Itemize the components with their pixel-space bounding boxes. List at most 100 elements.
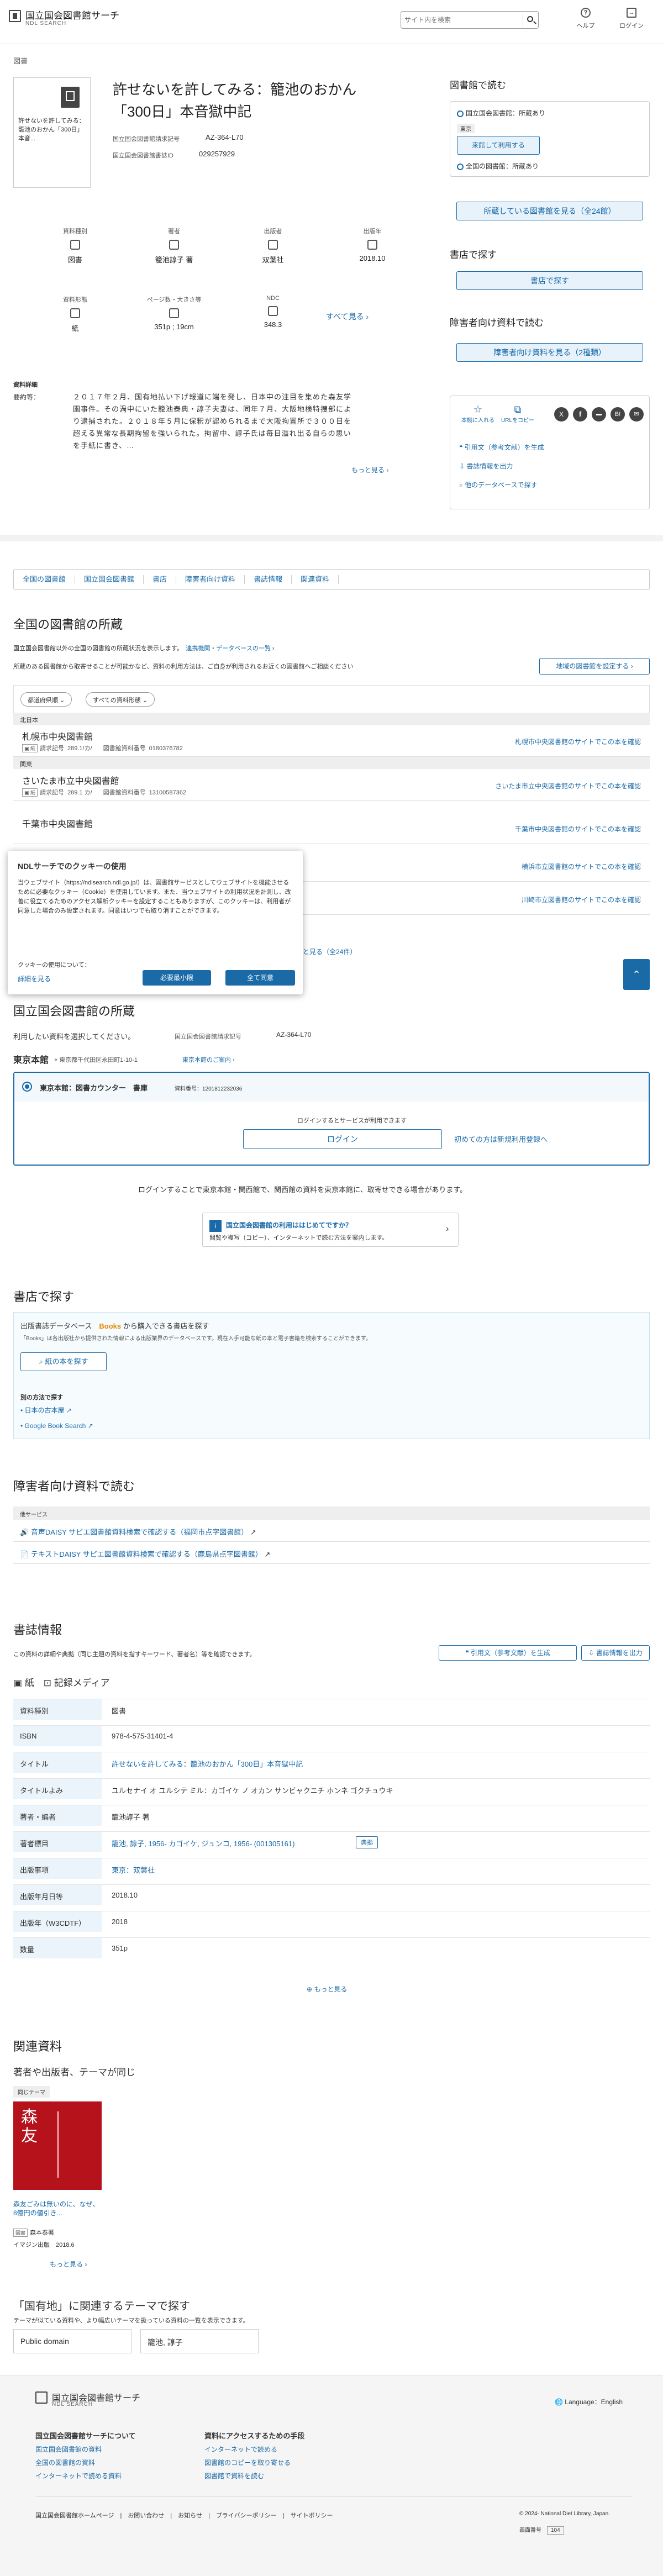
biblio-export-button[interactable]: ⇩ 書誌情報を出力 [581, 1645, 650, 1661]
branch-guide-link[interactable]: 東京本館のご案内 › [182, 1055, 235, 1064]
library-link[interactable]: 川崎市立図書館のサイトでこの本を確認 [522, 895, 641, 904]
all-has: 全国の図書館：所蔵あり [457, 161, 539, 171]
back-to-top-button[interactable]: ⌃ [623, 959, 650, 990]
library-link[interactable]: 札幌市中央図書館のサイトでこの本を確認 [515, 737, 641, 746]
section-tab[interactable]: 関連資料 [292, 575, 339, 584]
ndl-login-button[interactable]: ログイン [243, 1129, 442, 1149]
footer-col1-title: 国立国会図書館サーチについて [35, 2432, 136, 2440]
cookie-minimum-button[interactable]: 必要最小限 [143, 970, 211, 986]
visit-button[interactable]: 来館して利用する [457, 136, 540, 155]
news-link[interactable]: お知らせ [178, 2512, 202, 2519]
facet-value: 図書 [67, 256, 82, 264]
help-icon: ? [581, 8, 591, 18]
see-all-link[interactable]: すべて見る › [326, 311, 369, 322]
biblio-value[interactable]: 籠池, 諄子, 1956- カゴイケ, ジュンコ, 1956- (0013051… [112, 1838, 294, 1848]
section-tab[interactable]: 書店 [144, 575, 177, 584]
x-share-icon[interactable]: X [554, 407, 569, 422]
search-input[interactable] [404, 14, 515, 25]
copy-url-button[interactable]: ⧉ URLをコピー [501, 404, 534, 424]
privacy-link[interactable]: プライバシーポリシー [216, 2512, 277, 2519]
detail-more-link[interactable]: もっと見る › [351, 465, 388, 475]
biblio-row: 著者・編者 籠池諄子 著 [13, 1805, 650, 1826]
location-icon [457, 110, 464, 117]
contact-link[interactable]: お問い合わせ [128, 2512, 164, 2519]
library-link[interactable]: 横浜市立図書館のサイトでこの本を確認 [522, 862, 641, 871]
detail-heading: 資料詳細 [13, 382, 38, 388]
region-header: 関東 [13, 757, 650, 769]
footer-link[interactable]: 国立国会図書館の資料 [35, 2445, 102, 2454]
ndl-home-link[interactable]: 国立国会図書館ホームページ [35, 2512, 114, 2519]
related-sub: 著者や出版者、テーマが同じ [13, 2067, 135, 2078]
facet-icon [169, 308, 179, 318]
counter-row[interactable]: 東京本館：図書カウンター 書庫 資料番号：1201812232036 [14, 1073, 649, 1102]
shop-desc: 「Books」は各出版社から提供された情報による出版業界のデータベースです。現在… [20, 1336, 371, 1342]
export-link[interactable]: ⇩ 書誌情報を出力 [459, 461, 513, 471]
help-link[interactable]: ? ヘルプ [572, 8, 599, 30]
set-region-button[interactable]: 地域の図書館を設定する › [539, 658, 650, 675]
bookstore-button[interactable]: 書店で探す [456, 271, 643, 290]
ndl-has: 国立国会図書館：所蔵あり [457, 108, 545, 118]
guide-title: 国立国会図書館の利用ははじめてですか？ [226, 1221, 352, 1229]
section-tab[interactable]: 国立国会図書館 [75, 575, 144, 584]
first-time-guide[interactable]: i 国立国会図書館の利用ははじめてですか？ 閲覧や複写（コピー）、インターネット… [202, 1213, 459, 1247]
line-share-icon[interactable]: ▬ [592, 407, 606, 422]
footer-link[interactable]: 全国の図書館の資料 [35, 2458, 95, 2467]
type-select[interactable]: すべての資料形態 ⌄ [86, 692, 155, 707]
facebook-share-icon[interactable]: f [573, 407, 587, 422]
login-link[interactable]: → ログイン [618, 8, 645, 30]
shop-box: 出版書誌データベース Books から購入できる書店を探す 「Books」は各出… [13, 1312, 650, 1439]
related-book-title[interactable]: 森友ごみは無いのに、なぜ、8億円の値引き... [13, 2200, 102, 2217]
cookie-detail-link[interactable]: 詳細を見る [18, 974, 51, 983]
theme-chip-2[interactable]: 籠池, 諄子 [140, 2329, 259, 2353]
cookie-accept-button[interactable]: 全て同意 [225, 970, 295, 986]
biblio-more-link[interactable]: ⊕ もっと見る [307, 1984, 347, 1994]
biblio-row: 出版年月日等 2018.10 [13, 1884, 650, 1905]
cite-link[interactable]: ❝ 引用文（参考文献）を生成 [459, 442, 544, 452]
related-more-link[interactable]: もっと見る › [50, 2259, 87, 2269]
bookmark-share-icon[interactable]: B! [611, 407, 625, 422]
library-link[interactable]: 千葉市中央図書館のサイトでこの本を確認 [515, 824, 641, 834]
google-books-link[interactable]: • Google Book Search ↗ [20, 1422, 93, 1430]
partners-link[interactable]: 連携機関・データベースの一覧 [186, 645, 270, 652]
biblio-title: 書誌情報 [13, 1623, 62, 1637]
section-tab[interactable]: 障害者向け資料 [176, 575, 245, 584]
sort-select[interactable]: 都道府県順 ⌄ [20, 692, 72, 707]
dis-sub: 他サービス [13, 1506, 650, 1520]
accessible-button[interactable]: 障害者向け資料を見る（2種類） [456, 343, 643, 362]
facet-item: 出版年 2018.10 [328, 226, 417, 262]
biblio-value: 2018.10 [112, 1891, 138, 1899]
footer-link[interactable]: インターネットで読める [204, 2445, 277, 2454]
footer-link[interactable]: 図書館のコピーを取り寄せる [204, 2458, 291, 2467]
library-meta: ▣ 紙請求記号 289.1/カ/図書館資料番号 0180376782 [22, 744, 183, 752]
related-book-cover[interactable]: 森友 [13, 2101, 102, 2190]
mail-share-icon[interactable]: ✉ [629, 407, 644, 422]
used-books-link[interactable]: • 日本の古本屋 ↗ [20, 1405, 72, 1415]
register-link[interactable]: 初めての方は新規利用登録へ [454, 1134, 548, 1144]
biblio-value[interactable]: 東京：双葉社 [112, 1864, 155, 1875]
other-db-link[interactable]: ⌕ 他のデータベースで探す [459, 480, 537, 489]
language-link[interactable]: 🌐 Language：English [555, 2397, 623, 2406]
biblio-value[interactable]: 許せないを許してみる：籠池のおかん「300日」本音獄中記 [112, 1758, 303, 1769]
biblio-cite-button[interactable]: ❝ 引用文（参考文献）を生成 [439, 1645, 577, 1661]
library-link[interactable]: さいたま市立中央図書館のサイトでこの本を確認 [495, 781, 641, 791]
info-icon: i [209, 1220, 222, 1232]
search-button[interactable] [523, 14, 536, 26]
all-libraries-button[interactable]: 所蔵している図書館を見る（全24館） [456, 202, 643, 220]
counter-radio[interactable] [22, 1082, 32, 1092]
bookshelf-button[interactable]: ☆ 本棚に入れる [461, 404, 494, 424]
login-label: ログイン [619, 23, 644, 29]
daisy-text-link[interactable]: 📄 テキストDAISY サピエ図書館資料検索で確認する（鹿島県点字図書館） ↗ [13, 1542, 650, 1564]
site-policy-link[interactable]: サイトポリシー [290, 2512, 333, 2519]
section-tab[interactable]: 全国の図書館 [14, 575, 76, 584]
facet-item: ページ数・大きさ等 351p ; 19cm [130, 295, 218, 331]
footer-link[interactable]: インターネットで読める資料 [35, 2471, 122, 2480]
biblio-value: 籠池諄子 著 [112, 1813, 150, 1821]
footer-link[interactable]: 図書館で資料を読む [204, 2471, 264, 2480]
biblio-value: ユルセナイ オ ユルシテ ミル：カゴイケ ノ オカン サンビャクニチ ホンネ ゴ… [112, 1787, 393, 1795]
theme-chip-1[interactable]: Public domain [13, 2329, 131, 2353]
paper-book-button[interactable]: ⌕ 紙の本を探す [20, 1352, 107, 1371]
biblio-row: 出版事項 東京：双葉社 [13, 1858, 650, 1879]
section-tab[interactable]: 書誌情報 [245, 575, 292, 584]
daisy-audio-link[interactable]: 🔊 音声DAISY サピエ図書館資料検索で確認する（福岡市点字図書館） ↗ [13, 1520, 650, 1542]
tenkyo-button[interactable]: 典拠 [356, 1836, 378, 1848]
